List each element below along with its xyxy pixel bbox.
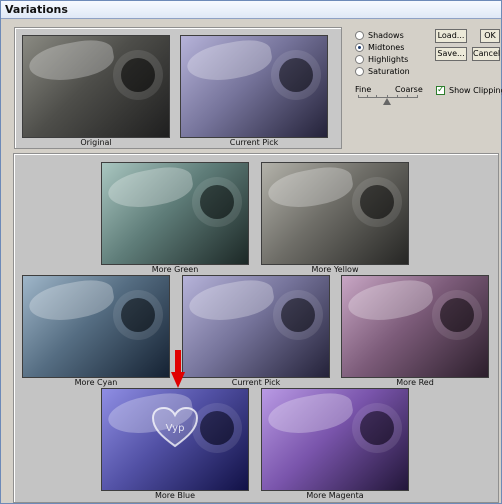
slider-thumb[interactable] xyxy=(383,98,391,105)
more-yellow-preview-image[interactable] xyxy=(261,162,409,265)
radio-label: Saturation xyxy=(368,67,410,76)
save-button[interactable]: Save... xyxy=(435,47,467,61)
thumb-more-green[interactable]: More Green xyxy=(101,162,249,275)
thumb-more-yellow[interactable]: More Yellow xyxy=(261,162,409,275)
arrow-shaft xyxy=(175,350,181,374)
radio-label: Shadows xyxy=(368,31,404,40)
thumb-caption: More Red xyxy=(396,378,434,387)
original-preview-image xyxy=(22,35,170,138)
ok-button[interactable]: OK xyxy=(480,29,500,43)
radio-button[interactable] xyxy=(355,31,364,40)
more-green-preview-image[interactable] xyxy=(101,162,249,265)
red-down-arrow-icon xyxy=(171,350,185,388)
variations-panel: More Green More Yellow More Cyan Current… xyxy=(13,153,499,503)
thumb-caption: Current Pick xyxy=(231,378,281,387)
window-title: Variations xyxy=(5,3,68,16)
show-clipping-label: Show Clipping xyxy=(449,86,502,95)
thumb-caption: Original xyxy=(80,138,112,147)
fine-label: Fine xyxy=(355,85,372,94)
radio-button[interactable] xyxy=(355,43,364,52)
slider-tick xyxy=(397,95,398,98)
watermark-text: Vyp xyxy=(166,423,185,434)
slider-tick xyxy=(367,95,368,98)
thumb-caption: More Cyan xyxy=(74,378,118,387)
thumb-more-red[interactable]: More Red xyxy=(341,275,489,388)
current-pick-main-preview-image[interactable] xyxy=(182,275,330,378)
fine-coarse-slider[interactable]: Fine Coarse xyxy=(355,85,425,105)
more-magenta-preview-image[interactable] xyxy=(261,388,409,491)
current-pick-preview-image[interactable] xyxy=(180,35,328,138)
thumb-caption: Current Pick xyxy=(229,138,279,147)
thumb-caption: More Blue xyxy=(154,491,196,500)
checkbox-box[interactable] xyxy=(436,84,445,96)
slider-tick xyxy=(376,95,377,98)
radio-button[interactable] xyxy=(355,55,364,64)
arrow-head xyxy=(171,372,185,388)
thumb-more-cyan[interactable]: More Cyan xyxy=(22,275,170,388)
slider-tick xyxy=(407,95,408,98)
preview-panel: Original Current Pick xyxy=(14,27,342,149)
more-cyan-preview-image[interactable] xyxy=(22,275,170,378)
thumb-caption: More Green xyxy=(151,265,199,274)
heart-watermark-icon: Vyp xyxy=(151,406,199,448)
radio-label: Midtones xyxy=(368,43,405,52)
cancel-button[interactable]: Cancel xyxy=(472,47,500,61)
radio-button[interactable] xyxy=(355,67,364,76)
coarse-label: Coarse xyxy=(395,85,423,94)
titlebar: Variations xyxy=(1,1,501,19)
thumb-caption: More Yellow xyxy=(311,265,359,274)
thumb-original: Original xyxy=(22,35,170,148)
more-red-preview-image[interactable] xyxy=(341,275,489,378)
slider-tick xyxy=(417,95,418,98)
load-button[interactable]: Load... xyxy=(435,29,467,43)
variations-window: Variations Original Current Pick Shadows… xyxy=(0,0,502,504)
thumb-current-pick-main[interactable]: Current Pick xyxy=(182,275,330,388)
slider-tick xyxy=(358,95,359,98)
thumb-caption: More Magenta xyxy=(306,491,364,500)
radio-label: Highlights xyxy=(368,55,409,64)
thumb-current-pick-top[interactable]: Current Pick xyxy=(180,35,328,148)
thumb-more-magenta[interactable]: More Magenta xyxy=(261,388,409,501)
